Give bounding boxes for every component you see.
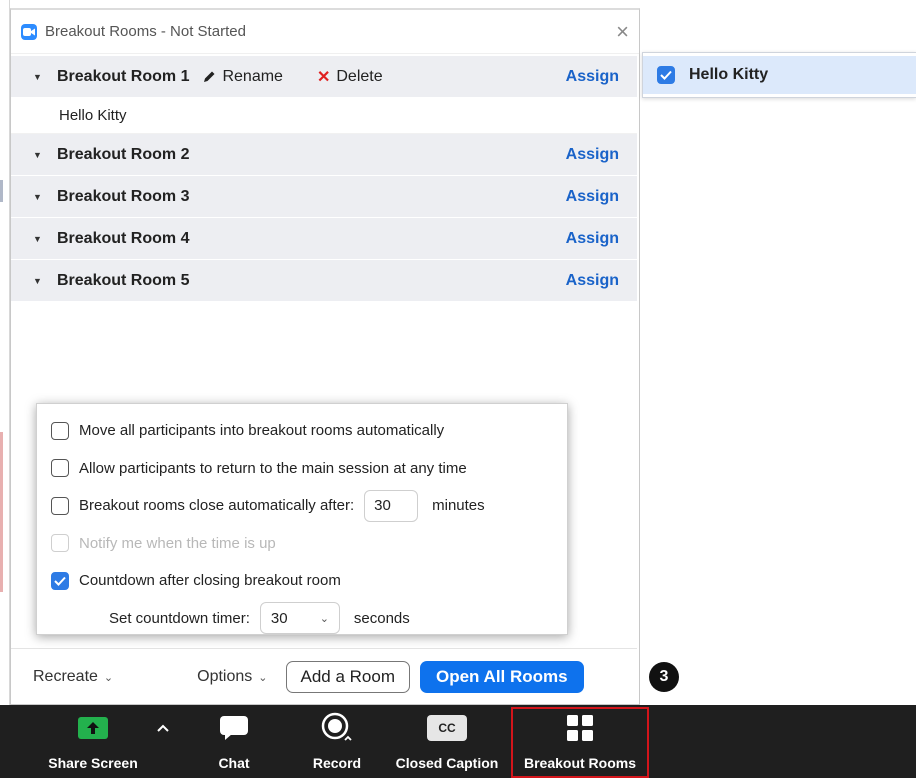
dialog-titlebar: Breakout Rooms - Not Started bbox=[11, 10, 639, 54]
record-button[interactable]: Record bbox=[302, 705, 372, 778]
room-name: Breakout Room 3 bbox=[57, 187, 190, 205]
checkbox[interactable] bbox=[51, 421, 69, 440]
timer-unit: seconds bbox=[353, 609, 410, 627]
checkbox[interactable] bbox=[51, 459, 69, 478]
caret-down-icon[interactable]: ▼ bbox=[33, 276, 43, 286]
step-number-badge: 3 bbox=[649, 662, 679, 692]
chevron-down-icon: ⌄ bbox=[319, 612, 329, 625]
delete-x-icon: ✕ bbox=[316, 68, 331, 86]
timer-label: Set countdown timer: bbox=[109, 609, 250, 627]
chevron-down-icon: ⌄ bbox=[258, 672, 268, 684]
pencil-icon bbox=[204, 71, 215, 82]
breakout-rooms-highlight-box bbox=[511, 707, 649, 778]
closed-caption-label: Closed Caption bbox=[395, 755, 499, 771]
checkbox-checked[interactable] bbox=[657, 66, 675, 84]
countdown-timer-row: Set countdown timer: 30 ⌄ seconds bbox=[37, 600, 567, 638]
option-auto-close[interactable]: Breakout rooms close automatically after… bbox=[37, 487, 567, 525]
room-name: Breakout Room 5 bbox=[57, 271, 190, 289]
assign-link-room-3[interactable]: Assign bbox=[566, 188, 619, 206]
record-icon bbox=[319, 705, 355, 751]
room-name: Breakout Room 4 bbox=[57, 229, 190, 247]
room-row-3[interactable]: ▼ Breakout Room 3 Assign bbox=[11, 176, 637, 218]
option-countdown[interactable]: Countdown after closing breakout room bbox=[37, 562, 567, 600]
room-row-2[interactable]: ▼ Breakout Room 2 Assign bbox=[11, 134, 637, 176]
timer-value: 30 bbox=[270, 609, 288, 627]
rooms-list: ▼ Breakout Room 1 Rename ✕ Delete Assign… bbox=[11, 56, 637, 302]
dialog-footer: Recreate ⌄ Options ⌄ Add a Room Open All R… bbox=[11, 648, 637, 705]
add-room-button[interactable]: Add a Room bbox=[285, 661, 410, 693]
option-label: Move all participants into breakout room… bbox=[79, 422, 445, 440]
caret-down-icon[interactable]: ▼ bbox=[33, 192, 43, 202]
assign-participant-item[interactable]: Hello Kitty bbox=[643, 56, 916, 94]
cc-icon-text: CC bbox=[427, 715, 467, 741]
open-all-rooms-button[interactable]: Open All Rooms bbox=[420, 661, 584, 693]
room-name: Breakout Room 1 bbox=[57, 67, 190, 85]
closed-caption-icon: CC bbox=[427, 705, 467, 751]
edge-mark bbox=[0, 180, 3, 202]
share-options-button[interactable] bbox=[150, 705, 176, 778]
countdown-timer-select[interactable]: 30 ⌄ bbox=[259, 602, 340, 635]
recreate-dropdown[interactable]: Recreate ⌄ bbox=[33, 668, 113, 686]
caret-down-icon[interactable]: ▼ bbox=[33, 150, 43, 160]
chat-button[interactable]: Chat bbox=[204, 705, 264, 778]
checkbox-disabled bbox=[51, 534, 69, 553]
meeting-toolbar: Share Screen Chat Record CC Closed Capti… bbox=[0, 705, 916, 778]
delete-button[interactable]: ✕ Delete bbox=[317, 67, 383, 87]
share-screen-icon bbox=[77, 705, 109, 751]
caret-down-icon[interactable]: ▼ bbox=[33, 234, 43, 244]
background-window-edge bbox=[0, 0, 10, 705]
option-label: Breakout rooms close automatically after… bbox=[79, 497, 355, 515]
assign-participants-panel: Hello Kitty bbox=[642, 52, 916, 98]
option-allow-return[interactable]: Allow participants to return to the main… bbox=[37, 450, 567, 488]
closed-caption-button[interactable]: CC Closed Caption bbox=[390, 705, 504, 778]
options-label: Options bbox=[197, 668, 253, 685]
room-row-4[interactable]: ▼ Breakout Room 4 Assign bbox=[11, 218, 637, 260]
option-label: Countdown after closing breakout room bbox=[79, 572, 341, 590]
recreate-label: Recreate bbox=[33, 668, 98, 685]
assign-link-room-5[interactable]: Assign bbox=[566, 272, 619, 290]
checkmark-icon bbox=[54, 576, 66, 586]
assign-link-room-1[interactable]: Assign bbox=[566, 68, 619, 86]
rename-button[interactable]: Rename bbox=[203, 67, 283, 86]
close-icon[interactable]: × bbox=[616, 18, 629, 46]
chevron-down-icon: ⌄ bbox=[103, 672, 114, 684]
minutes-unit: minutes bbox=[432, 497, 485, 515]
share-screen-label: Share Screen bbox=[48, 755, 138, 771]
edge-mark bbox=[0, 432, 3, 592]
record-label: Record bbox=[312, 755, 362, 771]
participant-name: Hello Kitty bbox=[689, 66, 769, 83]
minutes-input[interactable]: 30 bbox=[364, 489, 419, 522]
room-row-5[interactable]: ▼ Breakout Room 5 Assign bbox=[11, 260, 637, 302]
share-screen-button[interactable]: Share Screen bbox=[38, 705, 148, 778]
chevron-up-icon bbox=[156, 705, 170, 751]
options-dropdown[interactable]: Options ⌄ bbox=[197, 668, 267, 686]
option-move-auto[interactable]: Move all participants into breakout room… bbox=[37, 412, 567, 450]
room-name: Breakout Room 2 bbox=[57, 145, 190, 163]
option-label: Notify me when the time is up bbox=[79, 534, 276, 552]
dialog-title: Breakout Rooms - Not Started bbox=[45, 23, 246, 40]
caret-down-icon[interactable]: ▼ bbox=[33, 72, 43, 82]
delete-label: Delete bbox=[336, 67, 383, 85]
assign-link-room-4[interactable]: Assign bbox=[566, 230, 619, 248]
option-label: Allow participants to return to the main… bbox=[79, 459, 467, 477]
chat-icon bbox=[219, 705, 249, 751]
checkmark-icon bbox=[660, 70, 672, 80]
room-row-1[interactable]: ▼ Breakout Room 1 Rename ✕ Delete Assign bbox=[11, 56, 637, 98]
checkbox-checked[interactable] bbox=[51, 571, 69, 590]
participant-item[interactable]: Hello Kitty bbox=[11, 98, 637, 134]
zoom-app-icon bbox=[21, 23, 37, 40]
options-popup: Move all participants into breakout room… bbox=[36, 403, 568, 635]
assign-link-room-2[interactable]: Assign bbox=[566, 146, 619, 164]
option-notify: Notify me when the time is up bbox=[37, 525, 567, 563]
checkbox[interactable] bbox=[51, 496, 69, 515]
chat-label: Chat bbox=[218, 755, 250, 771]
rename-label: Rename bbox=[222, 67, 283, 85]
